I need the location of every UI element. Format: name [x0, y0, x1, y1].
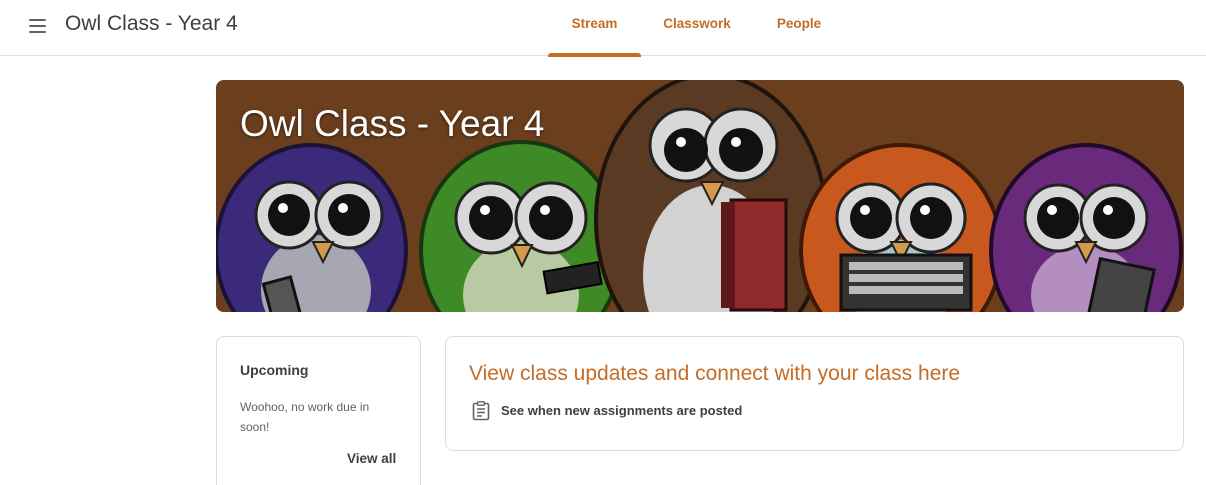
class-banner: Owl Class - Year 4	[216, 80, 1184, 312]
tab-stream[interactable]: Stream	[548, 0, 641, 57]
brown-owl	[594, 80, 828, 312]
class-title[interactable]: Owl Class - Year 4	[65, 10, 238, 38]
tab-classwork[interactable]: Classwork	[654, 0, 740, 56]
updates-heading: View class updates and connect with your…	[469, 362, 961, 385]
hamburger-menu-icon[interactable]	[24, 10, 54, 40]
upcoming-card: Upcoming Woohoo, no work due in soon! Vi…	[216, 336, 421, 485]
banner-title: Owl Class - Year 4	[240, 103, 545, 144]
top-app-bar: Owl Class - Year 4 Stream Classwork Peop…	[0, 0, 1206, 57]
assignments-info-text: See when new assignments are posted	[501, 403, 743, 418]
upcoming-message: Woohoo, no work due in soon!	[240, 400, 370, 434]
assignment-icon	[472, 401, 490, 421]
upcoming-title: Upcoming	[240, 362, 309, 378]
stream-updates-card: View class updates and connect with your…	[445, 336, 1184, 451]
tab-people[interactable]: People	[770, 0, 828, 56]
view-all-link[interactable]: View all	[347, 451, 396, 466]
